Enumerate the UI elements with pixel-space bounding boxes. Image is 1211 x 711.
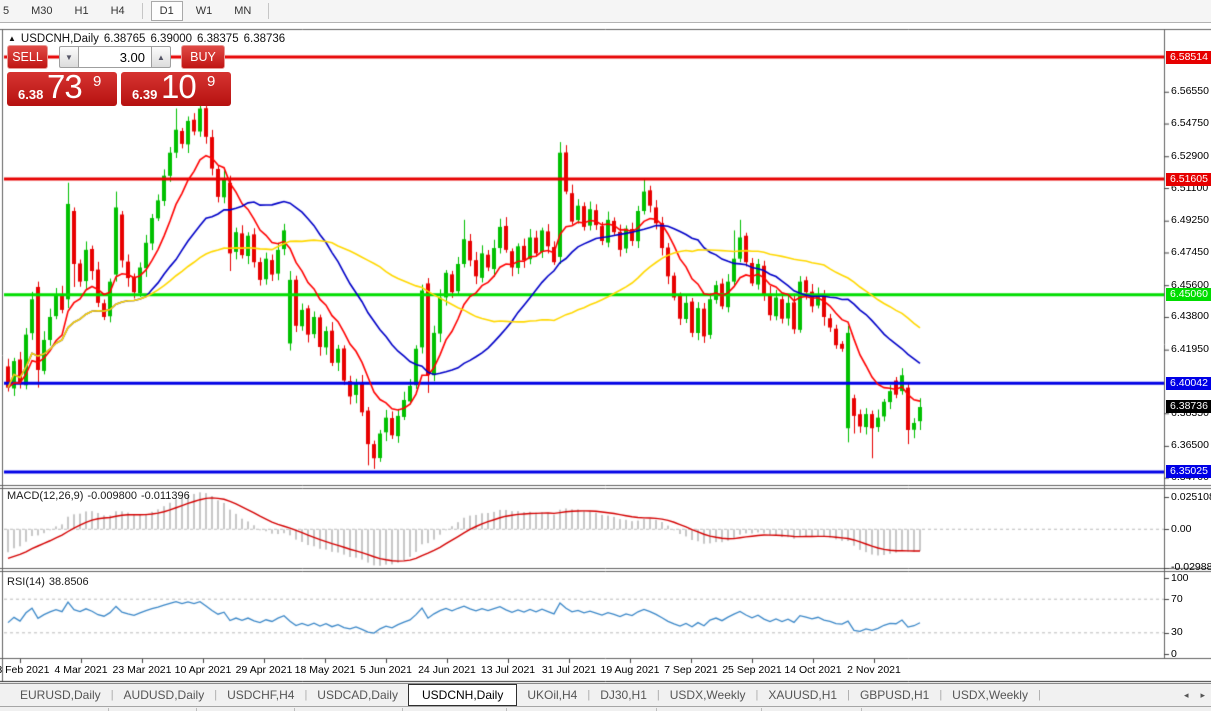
chart-tab-active[interactable]: USDCNH,Daily xyxy=(408,684,517,706)
date-axis-label: 29 Apr 2021 xyxy=(236,664,293,676)
rsi-pane-title: RSI(14) 38.8506 xyxy=(7,576,93,588)
price-axis-tick: 6.36500 xyxy=(1171,439,1209,452)
chart-window: ▲USDCNH,Daily6.387656.390006.383756.3873… xyxy=(0,29,1211,682)
price-level-label: 6.40042 xyxy=(1166,377,1211,390)
date-axis-label: 19 Aug 2021 xyxy=(601,664,660,676)
macd-title: MACD(12,26,9) xyxy=(7,490,83,502)
symbol-tab-bar: EURUSD,Daily|AUDUSD,Daily|USDCHF,H4|USDC… xyxy=(0,683,1211,706)
tab-separator: | xyxy=(1038,689,1041,701)
date-axis-label: 23 Mar 2021 xyxy=(113,664,172,676)
buy-quote-button[interactable]: 6.39 10 9 xyxy=(121,72,231,106)
chart-tab[interactable]: USDCAD,Daily xyxy=(307,685,408,705)
current-price-label: 6.38736 xyxy=(1166,400,1211,413)
chart-tab[interactable]: EURUSD,Daily xyxy=(10,685,111,705)
chart-tab[interactable]: USDX,Weekly xyxy=(942,685,1038,705)
volume-decrease-button[interactable]: ▼ xyxy=(59,46,79,68)
ohlc-close: 6.38736 xyxy=(244,33,286,45)
date-axis-label: 7 Sep 2021 xyxy=(664,664,718,676)
date-axis-label: 31 Jul 2021 xyxy=(542,664,596,676)
price-axis-tick: 6.41950 xyxy=(1171,343,1209,356)
date-axis-label: 2 Nov 2021 xyxy=(847,664,901,676)
price-chart-canvas xyxy=(0,0,1211,711)
chart-header: ▲ USDCNH,Daily 6.38765 6.39000 6.38375 6.3873… xyxy=(8,33,290,45)
rsi-axis-tick: 30 xyxy=(1171,626,1183,639)
rsi-axis-tick: 0 xyxy=(1171,648,1177,661)
macd-value-1: -0.009800 xyxy=(87,490,137,502)
macd-axis-tick: 0.00 xyxy=(1171,523,1191,536)
buy-price-sup: 9 xyxy=(207,73,215,90)
rsi-axis-tick: 100 xyxy=(1171,572,1189,585)
macd-axis-tick: 0.025108 xyxy=(1171,491,1211,504)
volume-increase-button[interactable]: ▲ xyxy=(151,46,171,68)
date-axis-label: 25 Sep 2021 xyxy=(722,664,782,676)
sell-quote-button[interactable]: 6.38 73 9 xyxy=(7,72,117,106)
collapse-triangle-icon[interactable]: ▲ xyxy=(8,34,16,43)
buy-button[interactable]: BUY xyxy=(181,45,225,69)
sell-button[interactable]: SELL xyxy=(7,45,48,69)
date-axis-label: 24 Jun 2021 xyxy=(418,664,476,676)
rsi-title: RSI(14) xyxy=(7,576,45,588)
ohlc-open: 6.38765 xyxy=(104,33,146,45)
price-axis-tick: 6.52900 xyxy=(1171,150,1209,163)
chart-tab[interactable]: XAUUSD,H1 xyxy=(758,685,847,705)
tabs-scroll-right-icon[interactable]: ▸ xyxy=(1200,690,1205,701)
sell-price-sup: 9 xyxy=(93,73,101,90)
date-axis-label: 5 Jun 2021 xyxy=(360,664,412,676)
macd-value-2: -0.011396 xyxy=(141,490,190,502)
volume-input[interactable] xyxy=(79,46,151,68)
date-axis-label: 4 Mar 2021 xyxy=(54,664,107,676)
date-axis-label: 18 May 2021 xyxy=(295,664,356,676)
sell-price-base: 6.38 xyxy=(18,87,43,102)
date-axis-label: 13 Feb 2021 xyxy=(0,664,49,676)
chart-tab[interactable]: AUDUSD,Daily xyxy=(114,685,215,705)
one-click-trade-panel: SELL ▼ ▲ BUY 6.38 73 9 6.39 10 9 xyxy=(7,45,231,106)
date-axis-label: 10 Apr 2021 xyxy=(175,664,232,676)
chart-tab[interactable]: UKOil,H4 xyxy=(517,685,587,705)
rsi-axis-tick: 70 xyxy=(1171,593,1183,606)
price-axis-tick: 6.47450 xyxy=(1171,246,1209,259)
price-axis-tick: 6.54750 xyxy=(1171,117,1209,130)
price-axis-tick: 6.43800 xyxy=(1171,310,1209,323)
date-axis-label: 14 Oct 2021 xyxy=(784,664,841,676)
chart-tab[interactable]: DJ30,H1 xyxy=(590,685,657,705)
macd-pane-title: MACD(12,26,9) -0.009800 -0.011396 xyxy=(7,490,194,502)
price-level-label: 6.45060 xyxy=(1166,288,1211,301)
chart-tab[interactable]: USDCHF,H4 xyxy=(217,685,304,705)
ohlc-high: 6.39000 xyxy=(150,33,192,45)
price-level-label: 6.58514 xyxy=(1166,51,1211,64)
sell-price-big: 73 xyxy=(47,68,82,106)
trading-terminal: 5M30H1H4D1W1MN ▲USDCNH,Daily6.387656.390… xyxy=(0,0,1211,711)
chart-tab[interactable]: GBPUSD,H1 xyxy=(850,685,939,705)
price-axis-tick: 6.56550 xyxy=(1171,85,1209,98)
status-strip xyxy=(0,706,1211,711)
chart-tab[interactable]: USDX,Weekly xyxy=(660,685,756,705)
buy-price-base: 6.39 xyxy=(132,87,157,102)
buy-price-big: 10 xyxy=(161,68,196,106)
price-level-label: 6.35025 xyxy=(1166,465,1211,478)
date-axis-label: 13 Jul 2021 xyxy=(481,664,535,676)
rsi-value: 38.8506 xyxy=(49,576,89,588)
price-level-label: 6.51605 xyxy=(1166,173,1211,186)
tabs-scroll-left-icon[interactable]: ◂ xyxy=(1184,690,1189,701)
chart-symbol-label: USDCNH,Daily xyxy=(21,33,99,45)
ohlc-low: 6.38375 xyxy=(197,33,239,45)
price-axis-tick: 6.49250 xyxy=(1171,214,1209,227)
